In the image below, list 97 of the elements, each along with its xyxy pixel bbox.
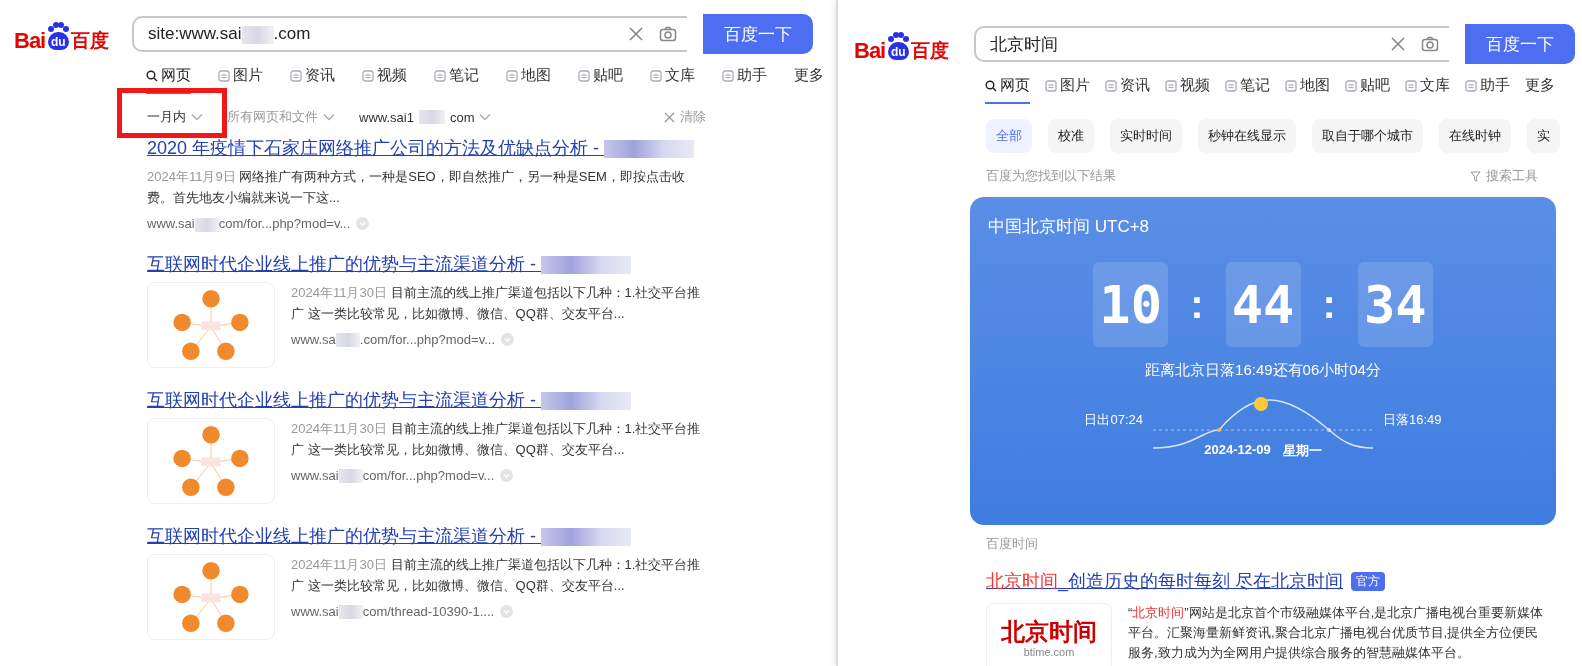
nav-tab[interactable]: 网页 (985, 76, 1030, 104)
result-url: www.sai com/for...php?mod=v... (291, 467, 495, 484)
nav-tab[interactable]: 贴吧 (578, 66, 623, 94)
tab-icon (1165, 79, 1177, 92)
search-field[interactable]: 北京时间 (974, 26, 1449, 62)
tab-icon (722, 69, 734, 82)
result-title-link[interactable]: 北京时间_创造历史的每时每刻 尽在北京时间 (986, 569, 1343, 593)
filter-chip[interactable]: 在线时钟 (1439, 119, 1511, 153)
nav-tab[interactable]: 助手 (722, 66, 767, 94)
nav-tab[interactable]: 文库 (650, 66, 695, 94)
clock-separator: : (1322, 282, 1336, 327)
result-title-link[interactable]: 2020 年疫情下石家庄网络推广公司的方法及优缺点分析 - (147, 136, 707, 160)
clock-separator: : (1190, 282, 1204, 327)
result-snippet: “北京时间”网站是北京首个市级融媒体平台,是北京广播电视台重要新媒体平台。汇聚海量新鲜资讯,聚合北京广播电视台优质节目,提供全方位便民服务,致力成为为全网用户提供综合服务的智慧融媒体平台。 (1128, 604, 1545, 662)
chevron-down-icon (323, 113, 335, 121)
source-label: 百度时间 (985, 535, 1039, 553)
nav-tab[interactable]: 助手 (1465, 76, 1510, 104)
nav-tab[interactable]: 更多 (794, 66, 824, 94)
clock-date: 2024-12-09 (1204, 442, 1271, 459)
search-button[interactable]: 百度一下 (1465, 24, 1575, 64)
tab-icon (290, 69, 302, 82)
sunrise-time: 日出07:24 (1084, 411, 1143, 429)
search-field[interactable]: site:www.sai .com (132, 16, 687, 52)
result-snippet: 2024年11月9日 网络推广有两种方式，一种是SEO，即自然推广，另一种是SEM，即按点击收费。首先地友小编就来说一下这... (147, 168, 686, 207)
result-title-link[interactable]: 互联网时代企业线上推广的优势与主流渠道分析 - (147, 251, 707, 276)
tab-icon (218, 69, 230, 82)
filter-dropdown[interactable]: www.sai1 com (359, 109, 492, 125)
clock-hours: 10 (1093, 262, 1169, 347)
filter-chip[interactable]: 实时时间 (1110, 119, 1182, 153)
camera-icon[interactable] (659, 25, 677, 43)
clock-seconds: 34 (1357, 262, 1433, 347)
result-snippet: 2024年11月30日 目前主流的线上推广渠道包括以下几种：1.社交平台推广 这一类比较常见，比如微博、微信、QQ群、交友平台... (291, 555, 702, 595)
nav-tab[interactable]: 文库 (1405, 76, 1450, 104)
result-count-note: 百度为您找到以下结果 (986, 167, 1116, 185)
tab-icon (1405, 79, 1417, 92)
logo-badge: du (887, 41, 909, 60)
clock-weekday: 星期一 (1282, 442, 1322, 460)
result-url: www.sai com/for...php?mod=v... (147, 216, 351, 232)
tab-icon (362, 69, 374, 82)
close-icon[interactable] (627, 25, 645, 43)
camera-icon[interactable] (1421, 35, 1439, 53)
close-icon[interactable] (1389, 35, 1407, 53)
nav-tab[interactable]: 视频 (1165, 76, 1210, 104)
tab-icon (1225, 79, 1237, 92)
tab-icon (1045, 79, 1057, 92)
filter-chip[interactable]: 全部 (986, 119, 1032, 153)
clock-minutes: 44 (1225, 262, 1301, 347)
tab-icon (434, 69, 446, 82)
logo-text: Bai (854, 38, 886, 64)
nav-tab[interactable]: 网页 (146, 66, 191, 94)
result-url: www.sa .com/for...php?mod=v... (291, 331, 496, 348)
site-logo-image: 北京时间 btime.com (986, 603, 1112, 666)
chevron-down-icon (191, 113, 203, 121)
result-url: www.sai com/thread-10390-1.... (291, 603, 495, 620)
logo-badge: du (47, 31, 69, 50)
tab-icon (1465, 79, 1477, 92)
nav-tab[interactable]: 贴吧 (1345, 76, 1390, 104)
sunset-countdown: 距离北京日落16:49还有06小时04分 (1145, 361, 1381, 380)
sunset-time: 日落16:49 (1383, 411, 1442, 429)
filter-chip[interactable]: 取自于哪个城市 (1312, 119, 1423, 153)
search-button[interactable]: 百度一下 (703, 14, 813, 54)
result-snippet: 2024年11月30日 目前主流的线上推广渠道包括以下几种：1.社交平台推广 这一类比较常见，比如微博、微信、QQ群、交友平台... (291, 419, 702, 459)
nav-tab[interactable]: 笔记 (1225, 76, 1270, 104)
logo-text: 百度 (71, 29, 110, 53)
filter-chip[interactable]: 秒钟在线显示 (1198, 119, 1296, 153)
tab-icon (1105, 79, 1117, 92)
nav-tab[interactable]: 图片 (218, 66, 263, 94)
nav-tab[interactable]: 更多 (1525, 76, 1555, 104)
paw-icon (46, 20, 71, 33)
result-title-link[interactable]: 互联网时代企业线上推广的优势与主流渠道分析 - (147, 523, 707, 548)
search-icon (146, 69, 158, 82)
tab-icon (650, 69, 662, 82)
result-title-link[interactable]: 互联网时代企业线上推广的优势与主流渠道分析 - (147, 387, 707, 412)
logo-text: Bai (14, 28, 46, 54)
result-snippet: 2024年11月30日 目前主流的线上推广渠道包括以下几种：1.社交平台推广 这一类比较常见，比如微博、微信、QQ群、交友平台... (291, 283, 702, 323)
nav-tab[interactable]: 地图 (506, 66, 551, 94)
close-icon (664, 111, 675, 123)
tab-icon (1285, 79, 1297, 92)
filter-icon (1470, 170, 1481, 182)
logo-text: 百度 (911, 39, 950, 63)
filter-chip[interactable]: 校准 (1048, 119, 1094, 153)
search-icon (985, 79, 997, 92)
nav-tab[interactable]: 资讯 (290, 66, 335, 94)
filter-dropdown[interactable]: 一月内 (147, 108, 203, 126)
clock-title: 中国北京时间 UTC+8 (988, 216, 1150, 238)
nav-tab[interactable]: 视频 (362, 66, 407, 94)
nav-tab[interactable]: 资讯 (1105, 76, 1150, 104)
paw-icon (886, 30, 911, 43)
nav-tab[interactable]: 图片 (1045, 76, 1090, 104)
filter-chip[interactable]: 实 (1527, 119, 1560, 153)
nav-tab[interactable]: 笔记 (434, 66, 479, 94)
chevron-down-icon (479, 113, 492, 121)
official-badge: 官方 (1351, 571, 1385, 591)
nav-tab[interactable]: 地图 (1285, 76, 1330, 104)
tab-icon (578, 69, 590, 82)
tab-icon (506, 69, 518, 82)
tab-icon (1345, 79, 1357, 92)
